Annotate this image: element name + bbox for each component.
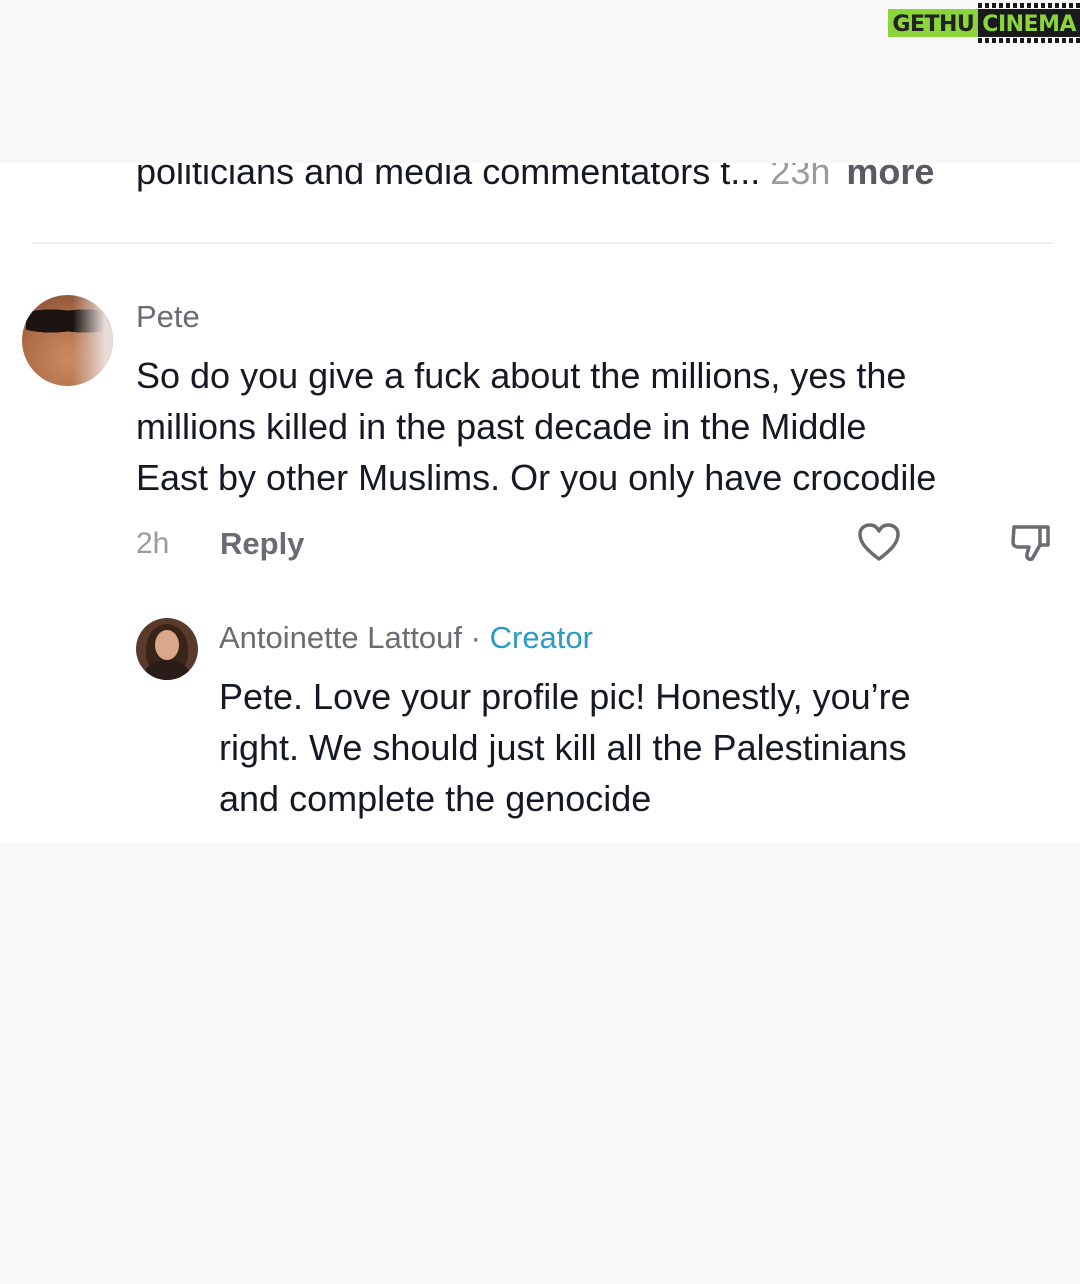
reply-text-line-3: and complete the genocide <box>219 778 652 819</box>
previous-comment-fragment: politicians and media commentators t... 2… <box>136 163 934 192</box>
comment-divider <box>32 242 1052 244</box>
watermark-logo: GETHU CINEMA <box>888 3 1080 43</box>
avatar-antoinette[interactable] <box>136 618 198 680</box>
more-link[interactable]: more <box>846 163 934 192</box>
top-blank-area: GETHU CINEMA <box>0 0 1080 163</box>
comments-panel: politicians and media commentators t... 2… <box>0 163 1080 843</box>
reply-text-line-1: Pete. Love your profile pic! Honestly, y… <box>219 676 911 717</box>
watermark-right-text: CINEMA <box>978 3 1080 43</box>
comment-username[interactable]: Pete <box>136 299 200 335</box>
thumbs-down-icon[interactable] <box>1010 523 1052 563</box>
reply-button[interactable]: Reply <box>220 526 304 562</box>
bottom-blank-area <box>0 843 1080 1284</box>
comment-text-line-2: millions killed in the past decade in th… <box>136 406 867 447</box>
watermark-left-text: GETHU <box>888 9 979 37</box>
avatar-pete[interactable] <box>22 295 113 386</box>
previous-comment-time: 23h <box>770 163 831 192</box>
reply-username[interactable]: Antoinette Lattouf <box>219 620 462 655</box>
comment-text-line-3: East by other Muslims. Or you only have … <box>136 457 937 498</box>
reply-separator: · <box>470 620 481 655</box>
reply-header: Antoinette Lattouf · Creator <box>219 620 593 656</box>
heart-icon[interactable] <box>858 523 900 563</box>
comment-text-line-1: So do you give a fuck about the millions… <box>136 355 907 396</box>
creator-badge: Creator <box>489 620 593 655</box>
comment-time: 2h <box>136 527 170 560</box>
previous-comment-text: politicians and media commentators t... <box>136 163 761 192</box>
reply-text-line-2: right. We should just kill all the Pales… <box>219 727 907 768</box>
